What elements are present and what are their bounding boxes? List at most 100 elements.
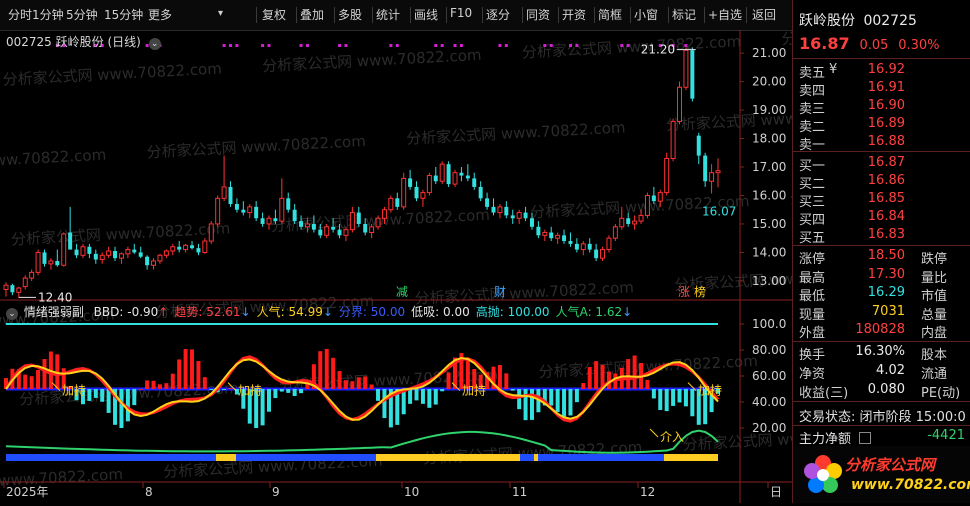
trend-arrow-icon: ↓ [622, 305, 633, 319]
btn-duogu[interactable]: 多股 [338, 6, 362, 23]
indicator-menu-icon[interactable]: ⌄ [6, 308, 18, 320]
btn-diejia[interactable]: 叠加 [300, 6, 324, 23]
trend-bar [331, 357, 336, 389]
kline-chart[interactable]: 分析家公式网 www.70822.com 分析家公式网 www.70822.com… [0, 30, 792, 503]
trend-bar [497, 365, 502, 389]
btn-biaoji[interactable]: 标记 [672, 6, 696, 23]
signal-dot [568, 44, 572, 47]
tab-fenshi[interactable]: 分时 [8, 6, 32, 23]
y-tick-label: 20.00 [752, 75, 786, 89]
candle-body [497, 206, 503, 214]
stock-name-row: 跃岭股份 002725 [799, 10, 917, 30]
trend-bar [42, 359, 47, 389]
stat-label-2: 股本 [921, 348, 948, 363]
trend-bar [369, 384, 374, 389]
candle-body [266, 217, 272, 225]
candle-body [408, 178, 413, 187]
sell-label: 卖四 [799, 84, 826, 99]
flow-chart-icon[interactable] [859, 432, 872, 444]
trend-bar [626, 359, 631, 389]
candle-body [170, 246, 176, 252]
trend-bar [433, 389, 438, 405]
candle-body [401, 177, 407, 208]
buy-row[interactable]: 买四 16.84 [799, 209, 967, 228]
status-band-highlight [664, 454, 718, 461]
buy-row[interactable]: 买五 16.83 [799, 227, 967, 246]
sell-row[interactable]: 卖二 16.89 [799, 116, 967, 135]
signal-dot [498, 44, 502, 47]
signal-dot [261, 44, 265, 47]
candle-body [549, 232, 554, 239]
sell-row[interactable]: 卖三 16.90 [799, 98, 967, 117]
signal-annotation: 介入 [660, 430, 684, 444]
buy-row[interactable]: 买一 16.87 [799, 155, 967, 174]
status-band-highlight [216, 454, 236, 461]
tab-5min[interactable]: 5分钟 [66, 6, 98, 23]
watermark-text: 分析家公式网 www.70822.com [538, 352, 758, 381]
btn-tongji[interactable]: 统计 [376, 6, 400, 23]
tab-1min[interactable]: 1分钟 [32, 6, 64, 23]
trend-bar [292, 389, 297, 397]
price-row: 16.87 0.05 0.30% [799, 34, 940, 53]
currency-icon: ¥ [829, 62, 838, 77]
trend-bar [23, 374, 28, 389]
btn-fuquan[interactable]: 复权 [262, 6, 286, 23]
trend-bar [132, 389, 137, 406]
stat-label: 涨停 [799, 252, 826, 267]
signal-dot [389, 44, 393, 47]
tab-more[interactable]: 更多 [148, 6, 172, 23]
tab-15min[interactable]: 15分钟 [104, 6, 143, 23]
btn-kaizi[interactable]: 开资 [562, 6, 586, 23]
candle-body [690, 50, 695, 99]
last-low-label: 16.07 [702, 204, 736, 218]
candle-body [292, 209, 297, 222]
stat-value: 18.50 [867, 248, 905, 263]
sell-row[interactable]: 卖五 16.92 ¥ [799, 62, 967, 81]
btn-zhufen[interactable]: 逐分 [486, 6, 510, 23]
trend-bar [523, 389, 528, 421]
btn-huaxian[interactable]: 画线 [414, 6, 438, 23]
buy-row[interactable]: 买二 16.86 [799, 173, 967, 192]
signal-dot [267, 44, 271, 47]
signal-annotation: 加持 [62, 383, 86, 398]
btn-f10[interactable]: F10 [450, 6, 472, 20]
buy-label: 买二 [799, 177, 826, 192]
trend-bar [286, 389, 291, 393]
main-flow-value: -4421 [927, 428, 965, 443]
trend-bar [671, 389, 676, 406]
trend-bar [36, 369, 41, 389]
buy-row[interactable]: 买三 16.85 [799, 191, 967, 210]
stat-label: 换手 [799, 348, 826, 363]
status-band [6, 454, 718, 461]
trend-bar [273, 389, 278, 399]
trend-bar [138, 388, 143, 390]
candle-body [151, 260, 157, 266]
btn-tongzi[interactable]: 同资 [526, 6, 550, 23]
btn-jiankuang[interactable]: 简框 [598, 6, 622, 23]
candle-body [343, 229, 349, 236]
watermark-text: 分析家公式网 www.70822.com [0, 146, 107, 175]
candle-body [29, 271, 35, 279]
trend-bar [119, 389, 124, 428]
candle-body [74, 249, 79, 256]
signal-dot [395, 44, 399, 47]
trend-bar [568, 389, 573, 416]
candle-body [215, 197, 221, 225]
trend-bar [363, 376, 368, 389]
high-price-label: 21.20 [641, 43, 675, 57]
toolbar-separator [704, 7, 705, 23]
signal-dot [344, 44, 348, 47]
more-chevron-icon[interactable]: ▾ [218, 8, 223, 19]
trend-bar [324, 348, 329, 389]
chart-menu-icon[interactable]: ⌄ [148, 38, 161, 50]
sell-row[interactable]: 卖一 16.88 [799, 134, 967, 153]
btn-add-favorite[interactable]: +自选 [708, 6, 742, 23]
btn-xiaochuang[interactable]: 小窗 [634, 6, 658, 23]
sell-row[interactable]: 卖四 16.91 [799, 80, 967, 99]
divider [793, 245, 970, 246]
btn-back[interactable]: 返回 [752, 6, 776, 23]
stat-label-2: 流通 [921, 367, 948, 382]
trend-bar [414, 389, 419, 401]
candle-body [363, 223, 368, 233]
candle-body [273, 218, 278, 222]
